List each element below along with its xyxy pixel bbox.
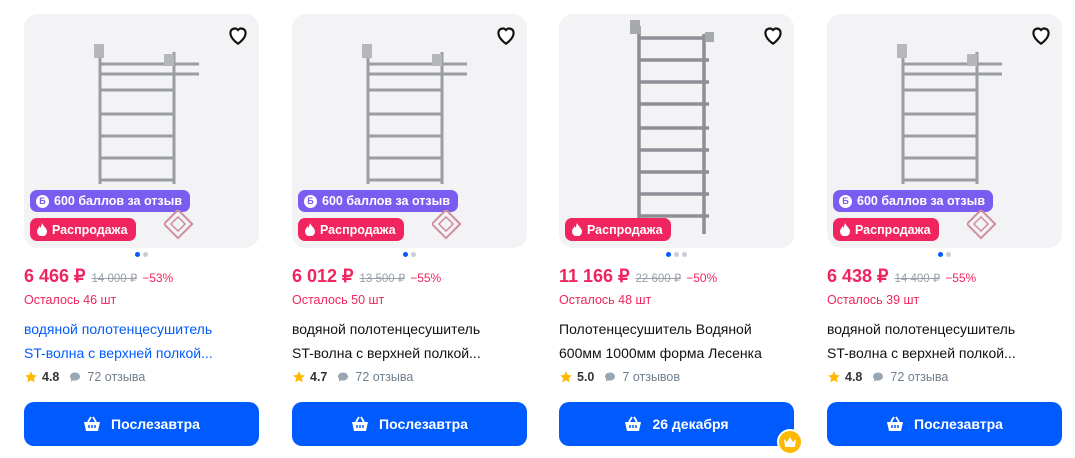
price-row: 11 166 ₽ 22 600 ₽ −50% (559, 266, 717, 290)
rating-row: 4.8 72 отзыва (24, 368, 145, 386)
comment-icon (873, 372, 884, 382)
points-coin-icon: Б (304, 194, 317, 208)
product-title[interactable]: водяной полотенцесушитель ST-волна с вер… (827, 317, 1062, 365)
price: 6 438 ₽ (827, 266, 889, 286)
reviews-count[interactable]: 72 отзыва (890, 370, 948, 384)
discount: −55% (945, 271, 977, 285)
product-image[interactable]: Б 600 баллов за отзыв Распродажа (24, 14, 259, 248)
stock-left: Осталось 50 шт (292, 293, 385, 307)
price-row: 6 466 ₽ 14 000 ₽ −53% (24, 266, 173, 290)
delivery-button[interactable]: Послезавтра (292, 402, 527, 446)
basket-icon (84, 416, 101, 431)
product-card[interactable]: Б 600 баллов за отзыв Распродажа 6 466 ₽ … (24, 14, 259, 454)
points-badge: Б 600 баллов за отзыв (30, 190, 191, 212)
rating-value: 5.0 (577, 370, 595, 384)
star-icon (293, 371, 305, 383)
product-title[interactable]: Полотенцесушитель Водяной 600мм 1000мм ф… (559, 317, 794, 365)
price: 6 466 ₽ (24, 266, 86, 286)
price-row: 6 438 ₽ 14 400 ₽ −55% (827, 266, 976, 290)
product-card[interactable]: Б 600 баллов за отзыв Распродажа 6 438 ₽ … (827, 14, 1062, 454)
price: 11 166 ₽ (559, 266, 630, 286)
star-icon (828, 371, 840, 383)
comment-icon (338, 372, 349, 382)
image-pager (24, 252, 259, 258)
rating-value: 4.7 (310, 370, 328, 384)
discount: −50% (686, 271, 718, 285)
basket-icon (887, 416, 904, 431)
product-title[interactable]: водяной полотенцесушитель ST-волна с вер… (24, 317, 259, 365)
delivery-button[interactable]: 26 декабря (559, 402, 794, 446)
rating-row: 4.7 72 отзыва (292, 368, 413, 386)
brand-logo (432, 210, 462, 240)
fire-icon (37, 223, 47, 236)
discount: −55% (410, 271, 442, 285)
price-row: 6 012 ₽ 13 500 ₽ −55% (292, 266, 441, 290)
fire-icon (572, 223, 582, 236)
sale-badge: Распродажа (565, 218, 671, 241)
heart-icon[interactable] (493, 22, 519, 48)
reviews-count[interactable]: 72 отзыва (87, 370, 145, 384)
star-icon (560, 371, 572, 383)
old-price: 22 600 ₽ (635, 273, 682, 285)
product-title[interactable]: водяной полотенцесушитель ST-волна с вер… (292, 317, 527, 365)
rating-value: 4.8 (42, 370, 60, 384)
brand-logo (164, 210, 194, 240)
crown-icon (777, 429, 803, 455)
stock-left: Осталось 48 шт (559, 293, 652, 307)
rating-row: 4.8 72 отзыва (827, 368, 948, 386)
delivery-button[interactable]: Послезавтра (24, 402, 259, 446)
delivery-button[interactable]: Послезавтра (827, 402, 1062, 446)
product-image[interactable]: Распродажа (559, 14, 794, 248)
sale-badge: Распродажа (298, 218, 404, 241)
image-pager (559, 252, 794, 258)
old-price: 14 000 ₽ (91, 273, 138, 285)
basket-icon (352, 416, 369, 431)
price: 6 012 ₽ (292, 266, 354, 286)
comment-icon (605, 372, 616, 382)
product-card[interactable]: Распродажа 11 166 ₽ 22 600 ₽ −50% Остало… (559, 14, 803, 455)
sale-badge: Распродажа (30, 218, 136, 241)
image-pager (827, 252, 1062, 258)
discount: −53% (142, 271, 174, 285)
heart-icon[interactable] (1028, 22, 1054, 48)
product-grid: Б 600 баллов за отзыв Распродажа 6 466 ₽ … (24, 14, 1062, 455)
sale-badge: Распродажа (833, 218, 939, 241)
points-coin-icon: Б (36, 194, 49, 208)
heart-icon[interactable] (225, 22, 251, 48)
stock-left: Осталось 39 шт (827, 293, 920, 307)
star-icon (25, 371, 37, 383)
fire-icon (840, 223, 850, 236)
image-pager (292, 252, 527, 258)
stock-left: Осталось 46 шт (24, 293, 117, 307)
old-price: 13 500 ₽ (359, 273, 406, 285)
reviews-count[interactable]: 72 отзыва (355, 370, 413, 384)
product-card[interactable]: Б 600 баллов за отзыв Распродажа 6 012 ₽ … (292, 14, 527, 454)
points-badge: Б 600 баллов за отзыв (298, 190, 459, 212)
rating-row: 5.0 7 отзывов (559, 368, 680, 386)
product-image[interactable]: Б 600 баллов за отзыв Распродажа (827, 14, 1062, 248)
heart-icon[interactable] (760, 22, 786, 48)
brand-logo (967, 210, 997, 240)
rating-value: 4.8 (845, 370, 863, 384)
comment-icon (70, 372, 81, 382)
reviews-count[interactable]: 7 отзывов (622, 370, 680, 384)
fire-icon (305, 223, 315, 236)
points-coin-icon: Б (839, 194, 852, 208)
points-badge: Б 600 баллов за отзыв (833, 190, 994, 212)
basket-icon (625, 416, 642, 431)
old-price: 14 400 ₽ (894, 273, 941, 285)
product-image[interactable]: Б 600 баллов за отзыв Распродажа (292, 14, 527, 248)
